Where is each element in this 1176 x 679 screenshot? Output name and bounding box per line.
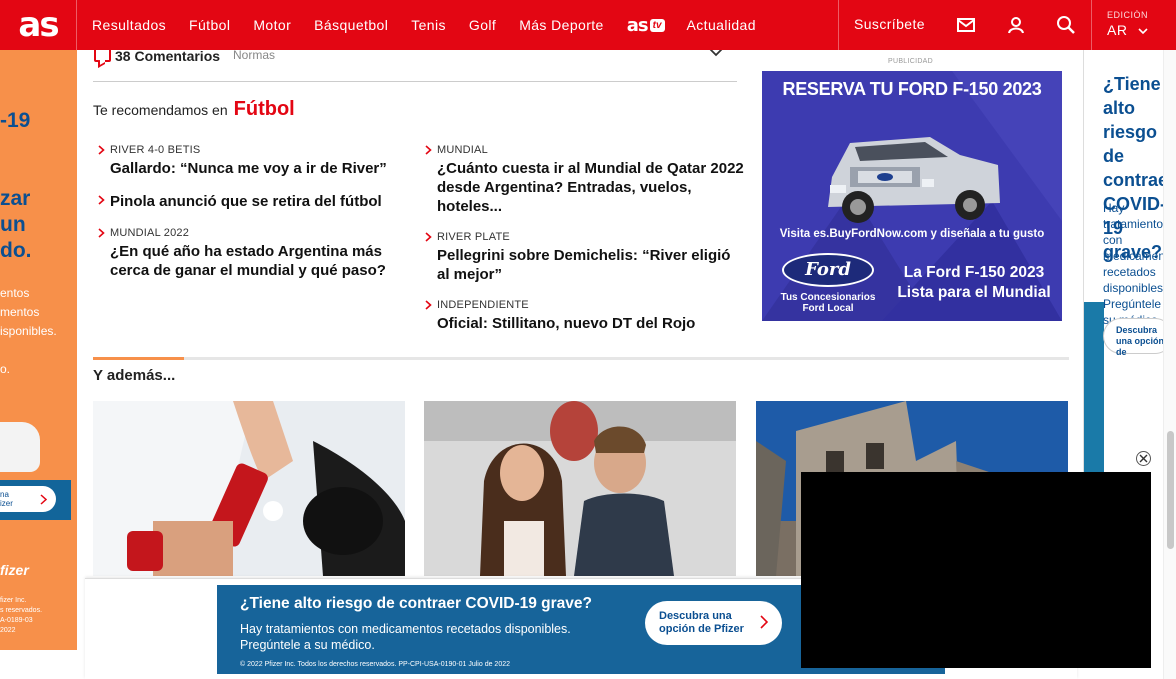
ad-cta-line: izer	[0, 499, 13, 508]
mail-icon[interactable]	[956, 15, 976, 35]
recommended-section-link[interactable]: Fútbol	[234, 98, 295, 121]
ad-cta-button[interactable]: Descubra una opción de	[1103, 318, 1163, 357]
ad-headline: RESERVA TU FORD F-150 2023	[782, 79, 1042, 99]
ad-text: Hay tratamientos con medicamentos receta…	[240, 622, 571, 652]
chevron-right-icon	[98, 145, 105, 155]
close-icon[interactable]	[1136, 451, 1151, 466]
ad-cta-button[interactable]: na izer	[0, 486, 56, 512]
recommended-item[interactable]: RIVER 4-0 BETIS Gallardo: “Nunca me voy …	[98, 143, 420, 178]
recommended-kicker: MUNDIAL 2022	[110, 227, 190, 239]
ad-text-fragment: entos	[0, 286, 30, 300]
chevron-right-icon	[760, 615, 768, 629]
nav-item-golf[interactable]: Golf	[469, 17, 496, 33]
ad-text: Hay tratamientos con medicamentos receta…	[1103, 201, 1163, 327]
page-scrollbar[interactable]	[1163, 50, 1176, 679]
scrollbar-thumb[interactable]	[1167, 431, 1174, 549]
pfizer-logo: fizer	[0, 562, 29, 578]
ad-visit-text: Visita es.BuyFordNow.com y diseñala a tu…	[779, 228, 1045, 240]
nav-item-actualidad[interactable]: Actualidad	[687, 17, 756, 33]
ad-cta-button[interactable]: Descubra una opción de Pfizer	[645, 601, 782, 645]
nav-item-motor[interactable]: Motor	[253, 17, 291, 33]
section-divider-accent	[93, 357, 184, 360]
recommended-kicker: MUNDIAL	[437, 144, 488, 156]
chevron-right-icon	[40, 494, 47, 505]
fuel-additive-photo	[93, 401, 405, 576]
article-card-image[interactable]	[424, 401, 736, 576]
article-card-image[interactable]	[93, 401, 405, 576]
recommended-headline[interactable]: ¿Cuánto cuesta ir al Mundial de Qatar 20…	[437, 159, 747, 216]
ad-headline-fragment: do.	[0, 239, 32, 262]
edition-value: AR	[1107, 22, 1148, 38]
nav-divider	[838, 0, 839, 50]
recommended-headline[interactable]: Oficial: Stillitano, nuevo DT del Rojo	[437, 314, 747, 333]
chevron-down-icon	[1138, 28, 1148, 35]
truck-image	[828, 137, 1000, 223]
nav-item-futbol[interactable]: Fútbol	[189, 17, 230, 33]
recommended-headline[interactable]: Pinola anunció que se retira del fútbol	[110, 192, 420, 211]
nav-item-mas-deporte[interactable]: Más Deporte	[519, 17, 604, 33]
close-icon-glyph	[1139, 454, 1148, 463]
recommended-kicker: RIVER 4-0 BETIS	[110, 144, 201, 156]
recommended-item[interactable]: MUNDIAL 2022 ¿En qué año ha estado Argen…	[98, 226, 420, 280]
recommended-item[interactable]: MUNDIAL ¿Cuánto cuesta ir al Mundial de …	[425, 143, 747, 216]
search-icon[interactable]	[1056, 15, 1076, 35]
ad-tissue-image	[0, 422, 40, 472]
comment-rules-link[interactable]: Normas	[233, 48, 275, 62]
comment-count[interactable]: 38 Comentarios	[115, 48, 220, 64]
recommended-lead: Te recomendamos en	[93, 102, 228, 118]
recommended-kicker: RIVER PLATE	[437, 231, 510, 243]
recommended-heading: Te recomendamos en Fútbol	[93, 98, 295, 121]
astv-logo-text: as	[626, 14, 649, 36]
top-navigation-bar: as Resultados Fútbol Motor Básquetbol Te…	[0, 0, 1176, 50]
recommended-kicker: INDEPENDIENTE	[437, 299, 529, 311]
chevron-right-icon	[425, 232, 432, 242]
as-logo[interactable]: as	[0, 0, 77, 50]
celebrity-photo	[424, 401, 736, 576]
section-divider	[93, 357, 1069, 360]
ad-title: ¿Tiene alto riesgo de contraer COVID-19 …	[240, 595, 593, 612]
comment-icon	[94, 48, 111, 62]
nav-item-tenis[interactable]: Tenis	[411, 17, 446, 33]
ad-text-fragment: mentos	[0, 305, 40, 319]
recommended-item[interactable]: RIVER PLATE Pellegrini sobre Demichelis:…	[425, 230, 747, 284]
chevron-right-icon	[98, 228, 105, 238]
ademas-heading: Y además...	[93, 367, 176, 384]
recommended-item[interactable]: Pinola anunció que se retira del fútbol	[98, 190, 420, 211]
ad-promo-text: La Ford F-150 2023 Lista para el Mundial	[897, 264, 1051, 301]
user-icon[interactable]	[1006, 15, 1026, 35]
ford-logo: Ford	[782, 253, 874, 287]
subscribe-link[interactable]: Suscríbete	[854, 16, 925, 32]
ad-text-fragment: o.	[0, 362, 11, 376]
main-nav: Resultados Fútbol Motor Básquetbol Tenis…	[77, 0, 779, 50]
nav-divider	[1091, 0, 1092, 50]
left-pfizer-ad[interactable]: -19 zar un do. entos mentos isponibles. …	[0, 50, 77, 650]
ad-headline-fragment: un	[0, 213, 26, 236]
recommended-item[interactable]: INDEPENDIENTE Oficial: Stillitano, nuevo…	[425, 298, 747, 333]
ad-legal-text: © 2022 Pfizer Inc. Todos los derechos re…	[240, 661, 511, 668]
ad-dealers-text: Tus Concesionarios Ford Local	[780, 292, 876, 314]
floating-video-player[interactable]	[801, 472, 1151, 668]
ad-headline-fragment: -19	[0, 109, 31, 132]
edition-selector[interactable]: EDICIÓN AR	[1107, 10, 1148, 38]
ad-text-fragment: isponibles.	[0, 324, 57, 338]
nav-item-basquetbol[interactable]: Básquetbol	[314, 17, 388, 33]
recommended-headline[interactable]: Pellegrini sobre Demichelis: “River elig…	[437, 246, 747, 284]
recommended-headline[interactable]: Gallardo: “Nunca me voy a ir de River”	[110, 159, 420, 178]
chevron-right-icon	[425, 300, 432, 310]
chevron-right-icon	[425, 145, 432, 155]
nav-item-astv[interactable]: as tv	[627, 15, 665, 36]
ad-headline-fragment: zar	[0, 187, 31, 210]
nav-item-resultados[interactable]: Resultados	[92, 17, 166, 33]
astv-tv-badge: tv	[649, 18, 665, 32]
ad-legal-text: fizer Inc. s reservados. A-0189-03 2022	[0, 597, 43, 634]
ford-f150-ad[interactable]: RESERVA TU FORD F-150 2023 Visita es.Buy…	[762, 71, 1062, 321]
chevron-right-icon	[98, 195, 105, 205]
advertising-label: PUBLICIDAD	[888, 58, 934, 65]
recommended-headline[interactable]: ¿En qué año ha estado Argentina más cerc…	[110, 242, 420, 280]
ad-cta-line: na	[0, 490, 9, 499]
edition-label: EDICIÓN	[1107, 10, 1149, 20]
